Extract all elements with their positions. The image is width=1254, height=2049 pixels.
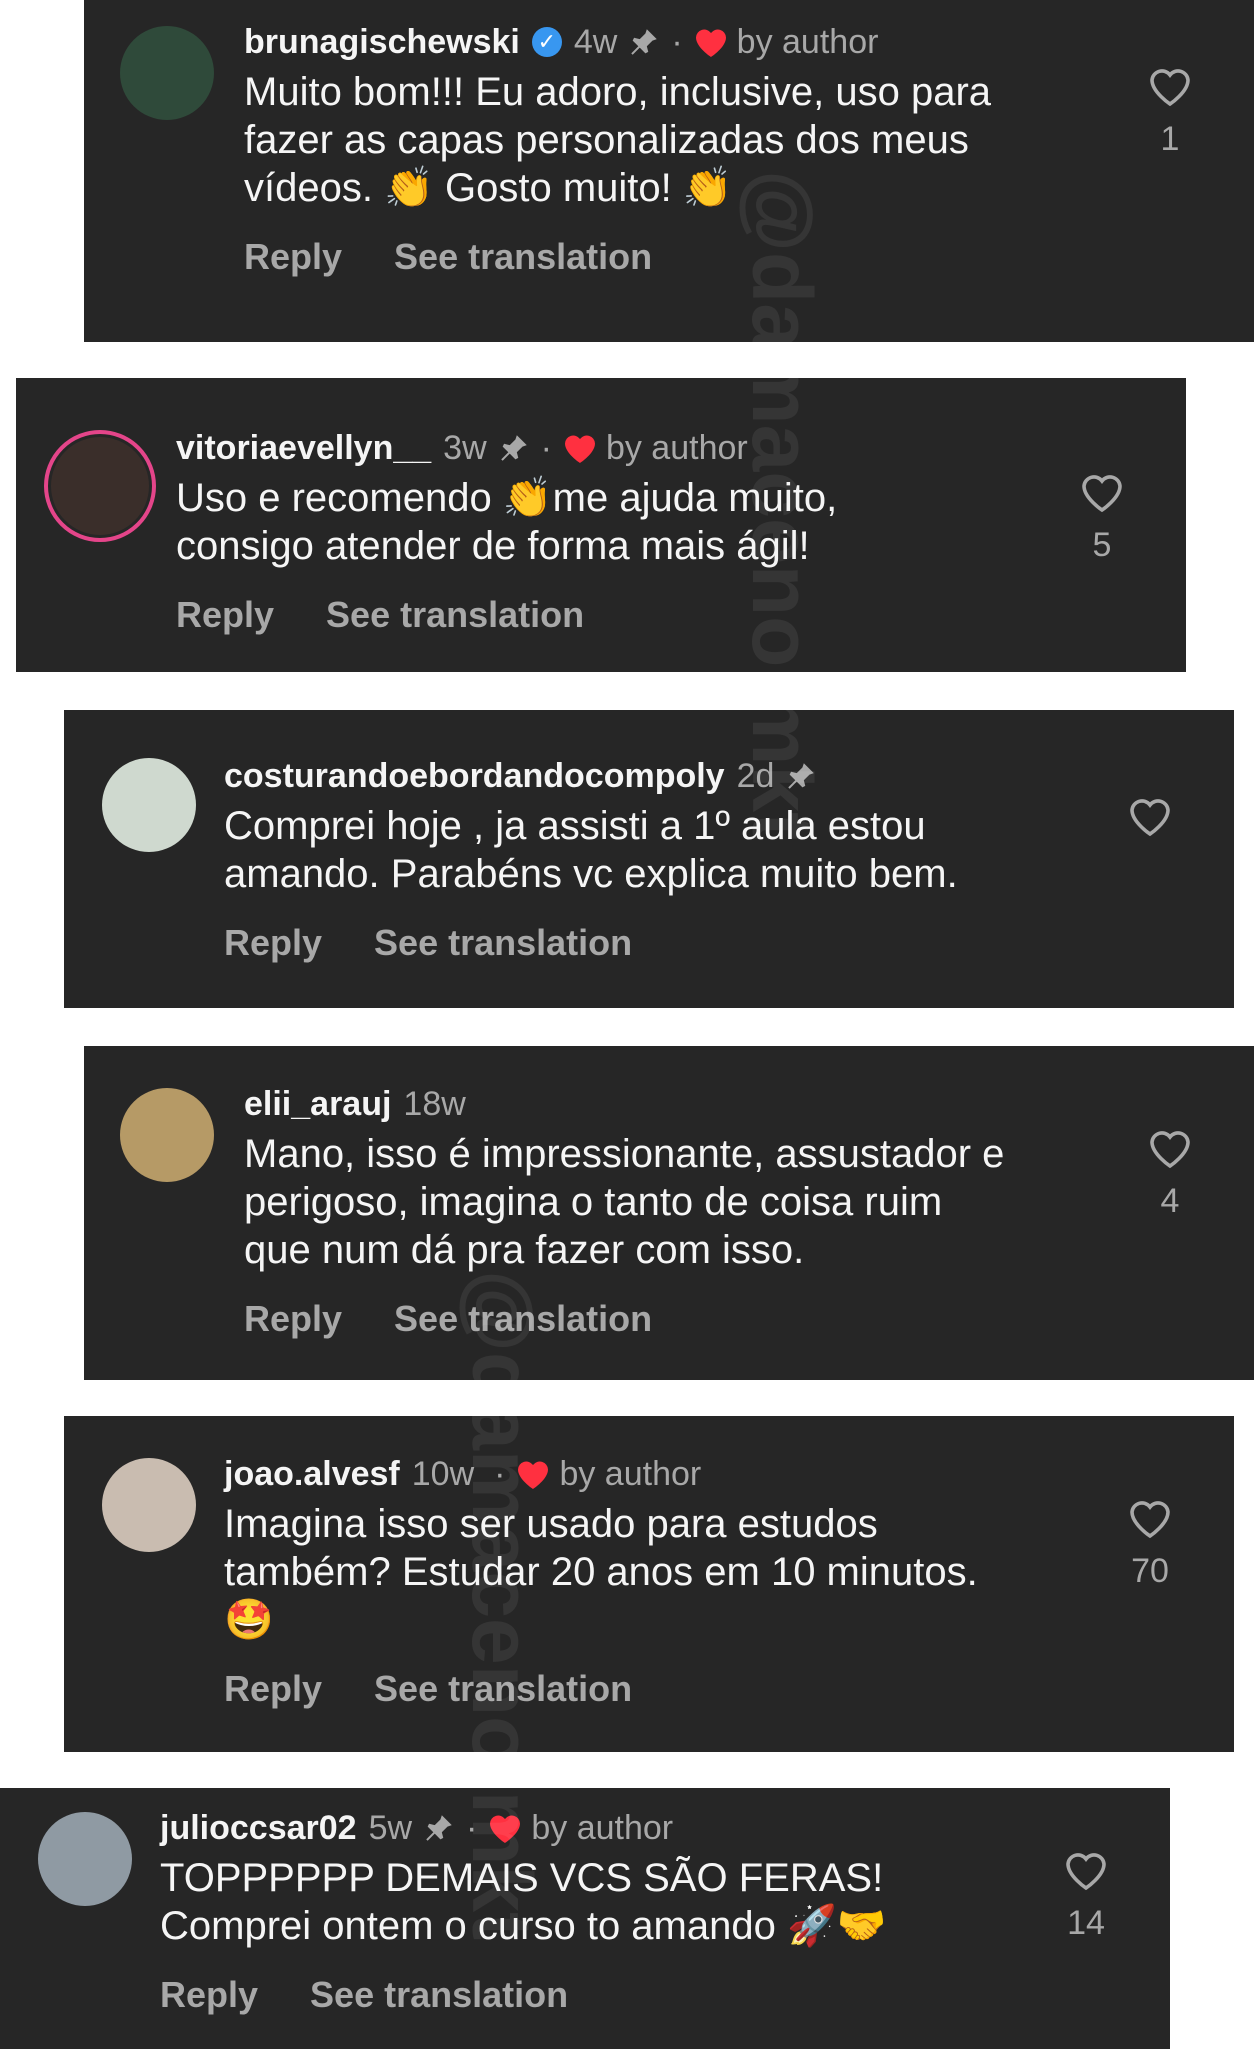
heart-outline-icon xyxy=(1066,1853,1106,1891)
like-button[interactable] xyxy=(1120,794,1180,850)
heart-outline-icon xyxy=(1130,1501,1170,1539)
separator: · xyxy=(494,1455,506,1493)
comment-card: vitoriaevellyn__ 3w · by author Uso e re… xyxy=(16,378,1186,672)
heart-outline-icon xyxy=(1082,475,1122,513)
see-translation-button[interactable]: See translation xyxy=(394,1298,652,1340)
avatar[interactable] xyxy=(120,26,214,120)
heart-outline-icon xyxy=(1150,1131,1190,1169)
see-translation-button[interactable]: See translation xyxy=(326,594,584,636)
separator: · xyxy=(466,1809,478,1847)
avatar[interactable] xyxy=(102,758,196,852)
comment-card: elii_arauj 18w Mano, isso é impressionan… xyxy=(84,1046,1254,1380)
comment-text: Uso e recomendo 👏me ajuda muito, consigo… xyxy=(176,476,838,568)
timestamp: 5w xyxy=(368,1809,413,1847)
heart-outline-icon xyxy=(1130,799,1170,837)
avatar-story-ring[interactable] xyxy=(44,430,156,542)
heart-outline-icon xyxy=(1150,69,1190,107)
reply-button[interactable]: Reply xyxy=(224,1668,322,1710)
like-count: 70 xyxy=(1131,1552,1169,1590)
avatar[interactable] xyxy=(102,1458,196,1552)
author-heart-icon xyxy=(564,435,595,463)
see-translation-button[interactable]: See translation xyxy=(310,1974,568,2016)
pin-icon xyxy=(631,29,658,55)
author-heart-icon xyxy=(695,29,726,57)
like-button[interactable]: 4 xyxy=(1140,1126,1200,1221)
reply-button[interactable]: Reply xyxy=(160,1974,258,2016)
username[interactable]: joao.alvesf xyxy=(224,1454,400,1494)
pin-icon xyxy=(500,435,527,461)
avatar[interactable] xyxy=(38,1812,132,1906)
separator: · xyxy=(671,23,683,61)
reply-button[interactable]: Reply xyxy=(244,236,342,278)
like-button[interactable]: 1 xyxy=(1140,64,1200,159)
like-button[interactable]: 70 xyxy=(1120,1496,1180,1591)
like-button[interactable]: 5 xyxy=(1072,470,1132,565)
avatar[interactable] xyxy=(120,1088,214,1182)
timestamp: 2d xyxy=(736,757,775,795)
by-author-label: by author xyxy=(736,23,879,61)
username[interactable]: vitoriaevellyn__ xyxy=(176,428,431,468)
by-author-label: by author xyxy=(531,1809,674,1847)
timestamp: 3w xyxy=(443,429,487,467)
comment-text: Comprei hoje , ja assisti a 1º aula esto… xyxy=(224,804,958,896)
comment-card: costurandoebordandocompoly 2d Comprei ho… xyxy=(64,710,1234,1008)
pin-icon xyxy=(788,763,815,789)
comment-text: Imagina isso ser usado para estudos tamb… xyxy=(224,1502,978,1642)
author-heart-icon xyxy=(518,1461,549,1489)
reply-button[interactable]: Reply xyxy=(224,922,322,964)
comment-text: TOPPPPPP DEMAIS VCS SÃO FERAS! Comprei o… xyxy=(160,1856,887,1948)
comment-card: julioccsar02 5w · by author TOPPPPPP DEM… xyxy=(0,1788,1170,2049)
comment-card: joao.alvesf 10w · by author Imagina isso… xyxy=(64,1416,1234,1752)
comment-card: brunagischewski ✓ 4w · by author Muito b… xyxy=(84,0,1254,342)
comment-text: Muito bom!!! Eu adoro, inclusive, uso pa… xyxy=(244,70,992,210)
see-translation-button[interactable]: See translation xyxy=(394,236,652,278)
username[interactable]: elii_arauj xyxy=(244,1084,391,1124)
reply-button[interactable]: Reply xyxy=(244,1298,342,1340)
like-count: 1 xyxy=(1160,120,1180,158)
see-translation-button[interactable]: See translation xyxy=(374,922,632,964)
like-count: 14 xyxy=(1067,1904,1105,1942)
see-translation-button[interactable]: See translation xyxy=(374,1668,632,1710)
like-count: 5 xyxy=(1092,526,1112,564)
by-author-label: by author xyxy=(559,1455,702,1493)
pin-icon xyxy=(426,1815,452,1841)
username[interactable]: costurandoebordandocompoly xyxy=(224,756,725,796)
timestamp: 4w xyxy=(573,23,618,61)
like-button[interactable]: 14 xyxy=(1056,1848,1116,1943)
author-heart-icon xyxy=(490,1815,521,1843)
like-count: 4 xyxy=(1160,1182,1180,1220)
by-author-label: by author xyxy=(605,429,748,467)
reply-button[interactable]: Reply xyxy=(176,594,274,636)
comment-text: Mano, isso é impressionante, assustador … xyxy=(244,1132,1005,1272)
verified-badge-icon: ✓ xyxy=(531,27,562,57)
username[interactable]: brunagischewski xyxy=(244,22,520,62)
timestamp: 10w xyxy=(411,1455,475,1493)
separator: · xyxy=(540,429,552,467)
username[interactable]: julioccsar02 xyxy=(160,1808,357,1848)
timestamp: 18w xyxy=(403,1085,466,1123)
